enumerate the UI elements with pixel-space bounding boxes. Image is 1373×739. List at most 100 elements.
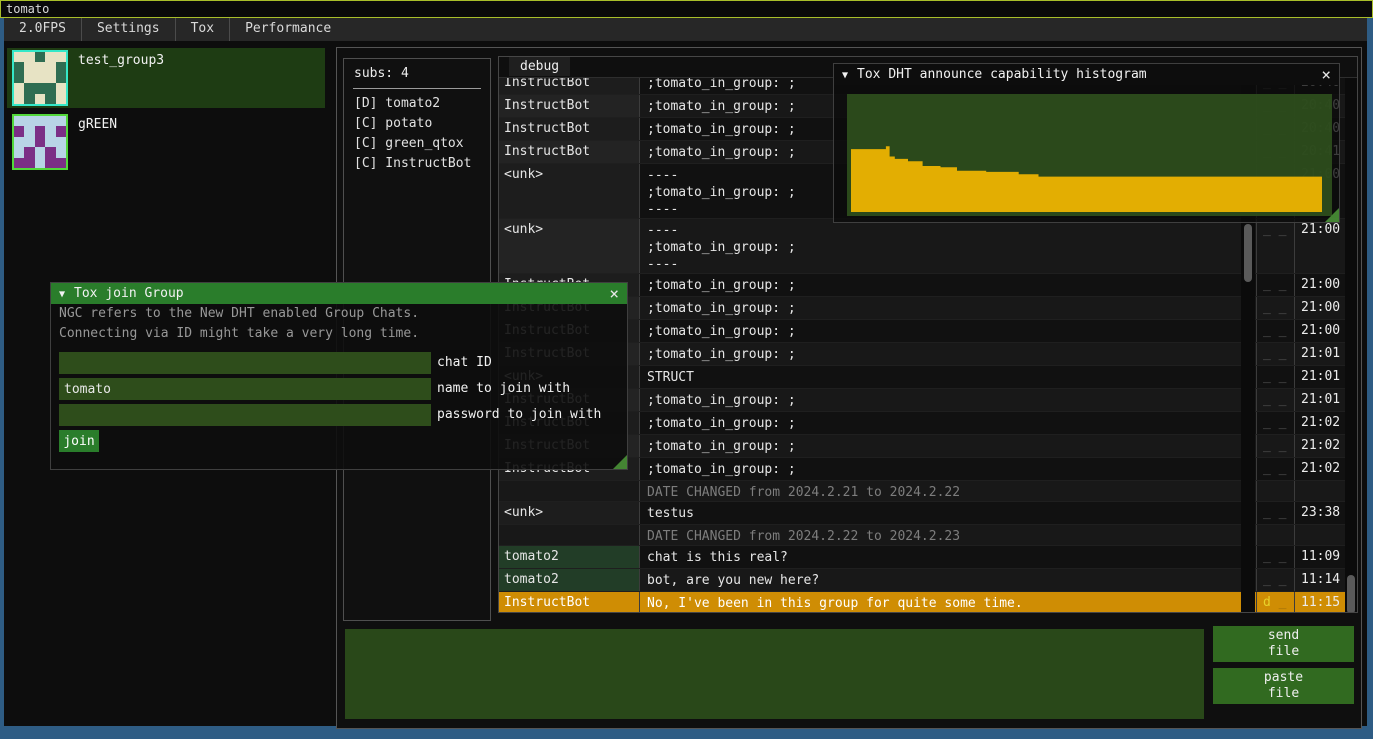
join-button[interactable]: join bbox=[59, 430, 99, 452]
chat-timestamp bbox=[1294, 481, 1342, 501]
chat-timestamp: 21:01 bbox=[1294, 389, 1342, 411]
chat-timestamp: 21:02 bbox=[1294, 458, 1342, 480]
chat-status-flags: _ _ bbox=[1256, 320, 1294, 342]
chat-message-text: testus bbox=[640, 502, 1240, 524]
chat-status-flags: _ _ bbox=[1256, 435, 1294, 457]
chat-timestamp: 21:02 bbox=[1294, 412, 1342, 434]
menu-item-performance[interactable]: Performance bbox=[230, 18, 346, 41]
chat-id-input[interactable] bbox=[59, 352, 431, 374]
chat-sender-name: InstructBot bbox=[499, 95, 640, 117]
chat-timestamp: 21:01 bbox=[1294, 366, 1342, 388]
member-item-green-qtox[interactable]: [C] green_qtox bbox=[344, 134, 490, 154]
dht-histogram-window: ▼ Tox DHT announce capability histogram × bbox=[833, 63, 1340, 223]
chat-message-text: ;tomato_in_group: ; bbox=[640, 435, 1240, 457]
chat-id-label: chat ID bbox=[437, 352, 492, 374]
close-icon[interactable]: × bbox=[609, 284, 619, 303]
chat-message-text: ;tomato_in_group: ; bbox=[640, 343, 1240, 365]
chat-message-text: No, I've been in this group for quite so… bbox=[640, 592, 1240, 613]
chat-status-flags: _ _ bbox=[1256, 546, 1294, 568]
chat-message-text: ----;tomato_in_group: ;---- bbox=[640, 219, 1240, 273]
join-group-title: Tox join Group bbox=[74, 286, 184, 301]
member-item-potato[interactable]: [C] potato bbox=[344, 114, 490, 134]
chat-sender-name bbox=[499, 481, 640, 501]
message-input[interactable] bbox=[345, 629, 1204, 719]
wm-titlebar[interactable]: tomato bbox=[0, 0, 1373, 18]
chat-row[interactable]: tomato2bot, are you new here?_ _11:14 bbox=[499, 569, 1357, 592]
join-description-line1: NGC refers to the New DHT enabled Group … bbox=[59, 304, 627, 324]
sidebar-item-test-group3[interactable]: test_group3 bbox=[7, 48, 325, 108]
chat-sender-name bbox=[499, 525, 640, 545]
tab-debug[interactable]: debug bbox=[509, 57, 570, 76]
app-screen: tomato 2.0FPSSettingsToxPerformance test… bbox=[0, 0, 1373, 739]
chat-message-text: ;tomato_in_group: ; bbox=[640, 412, 1240, 434]
subs-count-label: subs: 4 bbox=[344, 59, 490, 81]
group-name-label: gREEN bbox=[78, 117, 117, 132]
chat-status-flags: _ _ bbox=[1256, 569, 1294, 591]
send-file-button[interactable]: send file bbox=[1213, 626, 1354, 662]
dht-histogram-plot bbox=[847, 94, 1332, 216]
chat-timestamp: 21:02 bbox=[1294, 435, 1342, 457]
wm-title: tomato bbox=[6, 2, 49, 16]
chat-timestamp: 21:00 bbox=[1294, 320, 1342, 342]
chat-sender-name: InstructBot bbox=[499, 118, 640, 140]
chat-sender-name: InstructBot bbox=[499, 78, 640, 94]
sidebar-item-green[interactable]: gREEN bbox=[7, 112, 325, 172]
chat-sender-name: <unk> bbox=[499, 502, 640, 524]
resize-grip-icon[interactable] bbox=[1325, 208, 1339, 222]
join-description-line2: Connecting via ID might take a very long… bbox=[59, 324, 627, 344]
chat-scrollbar[interactable] bbox=[1345, 78, 1357, 613]
chat-sender-name: InstructBot bbox=[499, 141, 640, 163]
password-to-join-with-input[interactable] bbox=[59, 404, 431, 426]
chat-message-text: ;tomato_in_group: ; bbox=[640, 320, 1240, 342]
chat-sender-name: tomato2 bbox=[499, 546, 640, 568]
chat-timestamp: 21:00 bbox=[1294, 297, 1342, 319]
chat-message-text: STRUCT bbox=[640, 366, 1240, 388]
chat-message-text: bot, are you new here? bbox=[640, 569, 1240, 591]
member-item-tomato2[interactable]: [D] tomato2 bbox=[344, 94, 490, 114]
password-to-join-with-label: password to join with bbox=[437, 404, 601, 426]
chat-timestamp: 11:09 bbox=[1294, 546, 1342, 568]
chat-system-row[interactable]: DATE CHANGED from 2024.2.21 to 2024.2.22 bbox=[499, 481, 1357, 502]
chat-row[interactable]: tomato2chat is this real? _ _11:09 bbox=[499, 546, 1357, 569]
chat-message-text: chat is this real? bbox=[640, 546, 1240, 568]
join-group-titlebar[interactable]: ▼ Tox join Group × bbox=[51, 283, 627, 304]
menu-item-settings[interactable]: Settings bbox=[82, 18, 176, 41]
chat-message-text: ;tomato_in_group: ; bbox=[640, 458, 1240, 480]
chat-message-text: ;tomato_in_group: ; bbox=[640, 274, 1240, 296]
wm-border-right bbox=[1367, 18, 1373, 739]
chat-status-flags: _ _ bbox=[1256, 458, 1294, 480]
chat-row[interactable]: <unk>----;tomato_in_group: ;----_ _21:00 bbox=[499, 219, 1357, 274]
chat-status-flags: _ _ bbox=[1256, 366, 1294, 388]
menu-item-tox[interactable]: Tox bbox=[176, 18, 230, 41]
chat-message-text: ;tomato_in_group: ; bbox=[640, 297, 1240, 319]
chat-status-flags: _ _ bbox=[1256, 502, 1294, 524]
chat-row[interactable]: InstructBotNo, I've been in this group f… bbox=[499, 592, 1357, 613]
name-to-join-with-input[interactable] bbox=[59, 378, 431, 400]
resize-grip-icon[interactable] bbox=[613, 455, 627, 469]
collapse-icon[interactable]: ▼ bbox=[59, 289, 65, 300]
menu-item-2-0fps: 2.0FPS bbox=[4, 18, 82, 41]
dht-histogram-title: Tox DHT announce capability histogram bbox=[857, 67, 1147, 82]
chat-sender-name: <unk> bbox=[499, 219, 640, 273]
join-field-row: password to join with bbox=[59, 404, 601, 426]
wm-border-left bbox=[0, 18, 4, 726]
dht-histogram-titlebar[interactable]: ▼ Tox DHT announce capability histogram × bbox=[834, 64, 1339, 85]
join-field-row: name to join with bbox=[59, 378, 570, 400]
chat-sender-name: InstructBot bbox=[499, 592, 640, 613]
chat-timestamp: 23:38 bbox=[1294, 502, 1342, 524]
paste-file-button[interactable]: paste file bbox=[1213, 668, 1354, 704]
chat-system-row[interactable]: DATE CHANGED from 2024.2.22 to 2024.2.23 bbox=[499, 525, 1357, 546]
group-avatar bbox=[12, 114, 68, 170]
close-icon[interactable]: × bbox=[1321, 65, 1331, 84]
member-item-instructbot[interactable]: [C] InstructBot bbox=[344, 154, 490, 174]
group-avatar bbox=[12, 50, 68, 106]
dht-histogram-area bbox=[851, 94, 1322, 212]
chat-timestamp bbox=[1294, 525, 1342, 545]
chat-scrollbar-thumb[interactable] bbox=[1347, 575, 1355, 613]
chat-row[interactable]: <unk>testus _ _23:38 bbox=[499, 502, 1357, 525]
collapse-icon[interactable]: ▼ bbox=[842, 70, 848, 81]
chat-timestamp: 11:15 bbox=[1294, 592, 1342, 613]
member-list: [D] tomato2[C] potato[C] green_qtox[C] I… bbox=[344, 94, 490, 174]
subs-separator bbox=[353, 88, 481, 89]
chat-inner-scrollbar-thumb[interactable] bbox=[1244, 224, 1252, 282]
